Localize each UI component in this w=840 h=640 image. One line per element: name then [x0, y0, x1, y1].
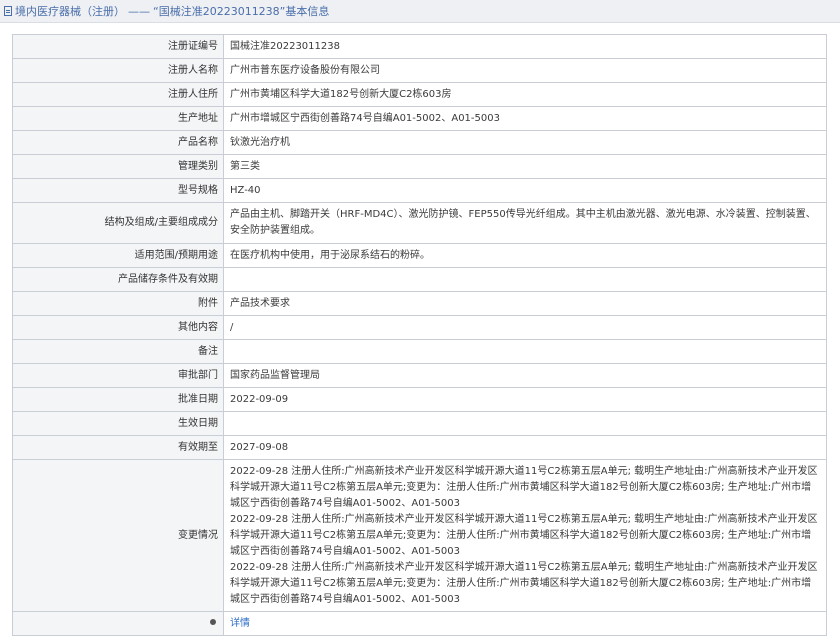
table-row: 其他内容 / — [12, 315, 827, 340]
field-label: 附件 — [12, 291, 224, 316]
change-entry: 2022-09-28 注册人住所:广州高新技术产业开发区科学城开源大道11号C2… — [230, 465, 818, 509]
table-row: 适用范围/预期用途 在医疗机构中使用，用于泌尿系结石的粉碎。 — [12, 243, 827, 268]
table-row-changes: 变更情况 2022-09-28 注册人住所:广州高新技术产业开发区科学城开源大道… — [12, 459, 827, 612]
field-value: 国械注准20223011238 — [223, 34, 827, 59]
field-value: 第三类 — [223, 154, 827, 179]
table-row: 注册人名称 广州市普东医疗设备股份有限公司 — [12, 58, 827, 83]
pin-icon — [210, 618, 216, 625]
document-icon — [4, 6, 12, 16]
field-label: 审批部门 — [12, 363, 224, 388]
field-value: 钬激光治疗机 — [223, 130, 827, 155]
field-label: 注册人住所 — [12, 82, 224, 107]
field-value: 广州市增城区宁西街创善路74号自编A01-5002、A01-5003 — [223, 106, 827, 131]
field-value — [223, 411, 827, 436]
table-row: 产品名称 钬激光治疗机 — [12, 130, 827, 155]
table-row: 管理类别 第三类 — [12, 154, 827, 179]
field-label: 产品储存条件及有效期 — [12, 267, 224, 292]
table-row: 生效日期 — [12, 411, 827, 436]
details-cell: 详情 — [223, 611, 827, 636]
field-label: 产品名称 — [12, 130, 224, 155]
field-label: 型号规格 — [12, 178, 224, 203]
page-header: 境内医疗器械（注册） —— “国械注准20223011238”基本信息 — [0, 0, 840, 23]
field-label: 管理类别 — [12, 154, 224, 179]
table-row: 审批部门 国家药品监督管理局 — [12, 363, 827, 388]
table-row: 生产地址 广州市增城区宁西街创善路74号自编A01-5002、A01-5003 — [12, 106, 827, 131]
breadcrumb-section[interactable]: 境内医疗器械（注册） — [15, 3, 125, 19]
field-label: 其他内容 — [12, 315, 224, 340]
field-value: / — [223, 315, 827, 340]
field-label: 批准日期 — [12, 387, 224, 412]
field-value: 广州市黄埔区科学大道182号创新大厦C2栋603房 — [223, 82, 827, 107]
table-row: 附件 产品技术要求 — [12, 291, 827, 316]
field-value: 产品由主机、脚踏开关（HRF-MD4C）、激光防护镜、FEP550传导光纤组成。… — [223, 202, 827, 244]
registration-info-table: 注册证编号 国械注准20223011238 注册人名称 广州市普东医疗设备股份有… — [12, 34, 827, 636]
field-label: 注册证编号 — [12, 34, 224, 59]
field-value: 国家药品监督管理局 — [223, 363, 827, 388]
field-label: 备注 — [12, 339, 224, 364]
breadcrumb-separator: —— — [128, 4, 150, 18]
change-entry: 2022-09-28 注册人住所:广州高新技术产业开发区科学城开源大道11号C2… — [230, 561, 818, 605]
table-row: 产品储存条件及有效期 — [12, 267, 827, 292]
table-row: 备注 — [12, 339, 827, 364]
field-value — [223, 339, 827, 364]
field-value — [223, 267, 827, 292]
field-value: HZ-40 — [223, 178, 827, 203]
field-value: 在医疗机构中使用，用于泌尿系结石的粉碎。 — [223, 243, 827, 268]
field-label: 有效期至 — [12, 435, 224, 460]
table-row: 批准日期 2022-09-09 — [12, 387, 827, 412]
change-entry: 2022-09-28 注册人住所:广州高新技术产业开发区科学城开源大道11号C2… — [230, 513, 818, 557]
field-value: 产品技术要求 — [223, 291, 827, 316]
field-label: 适用范围/预期用途 — [12, 243, 224, 268]
field-value: 2022-09-09 — [223, 387, 827, 412]
field-label: 生产地址 — [12, 106, 224, 131]
field-label: 生效日期 — [12, 411, 224, 436]
table-row: 注册证编号 国械注准20223011238 — [12, 34, 827, 59]
change-history: 2022-09-28 注册人住所:广州高新技术产业开发区科学城开源大道11号C2… — [223, 459, 827, 612]
field-value: 2027-09-08 — [223, 435, 827, 460]
table-row: 结构及组成/主要组成成分 产品由主机、脚踏开关（HRF-MD4C）、激光防护镜、… — [12, 202, 827, 244]
table-row-details: 详情 — [12, 611, 827, 636]
field-value: 广州市普东医疗设备股份有限公司 — [223, 58, 827, 83]
page-title: “国械注准20223011238”基本信息 — [153, 5, 330, 18]
details-label — [12, 611, 224, 636]
table-row: 型号规格 HZ-40 — [12, 178, 827, 203]
table-row: 有效期至 2027-09-08 — [12, 435, 827, 460]
table-row: 注册人住所 广州市黄埔区科学大道182号创新大厦C2栋603房 — [12, 82, 827, 107]
field-label: 结构及组成/主要组成成分 — [12, 202, 224, 244]
field-label: 注册人名称 — [12, 58, 224, 83]
details-link[interactable]: 详情 — [230, 618, 250, 629]
field-label: 变更情况 — [12, 459, 224, 612]
